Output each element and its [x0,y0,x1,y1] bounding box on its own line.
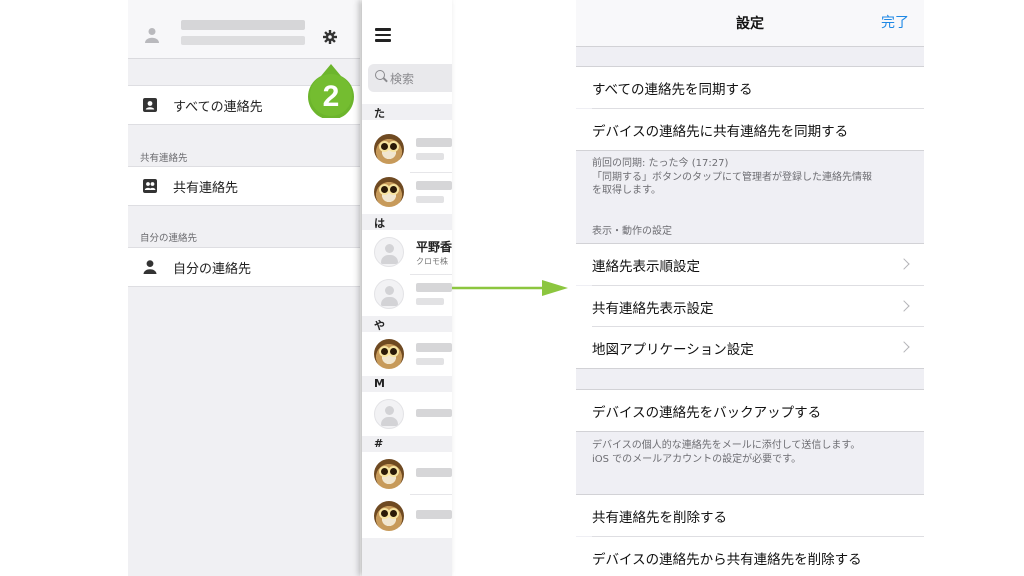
drawer-item-my-contacts[interactable]: 自分の連絡先 [128,247,360,287]
contact-company: クロモ株 [416,257,448,266]
blurred-account-name [181,20,305,30]
drawer-header [128,0,360,59]
delete-shared-from-device-button[interactable]: デバイスの連絡先から共有連絡先を削除する [576,537,924,576]
last-sync-note: 前回の同期: たった今 (17:27) 「同期する」ボタンのタップにて管理者が登… [592,157,912,198]
index-letter: た [374,107,385,120]
blurred-contact-name [416,283,452,292]
note-line: iOS でのメールアカウントの設定が必要です。 [592,453,802,465]
address-book-icon [143,98,157,112]
blurred-contact-name [416,409,452,417]
list-footer [362,538,452,576]
index-letter: は [374,217,385,230]
cell-label: 共有連絡先表示設定 [592,301,714,317]
chevron-right-icon [898,341,910,353]
backup-note: デバイスの個人的な連絡先をメールに添付して送信します。 iOS でのメールアカウ… [592,439,912,466]
drawer-item-label: 自分の連絡先 [173,262,252,277]
blurred-account-email [181,36,305,45]
avatar [374,459,404,489]
done-button[interactable]: 完了 [881,12,909,32]
index-header: # [362,436,452,452]
cell-label: 連絡先表示順設定 [592,259,700,275]
index-letter: M [374,377,385,390]
cell-label: デバイスの連絡先をバックアップする [592,405,822,421]
sync-all-button[interactable]: すべての連絡先を同期する [576,67,924,108]
transition-arrow-icon [452,280,568,296]
backup-button[interactable]: デバイスの連絡先をバックアップする [576,390,924,431]
drawer-item-label: すべての連絡先 [173,100,263,115]
blurred-contact-detail [416,358,444,365]
navigation-bar: 設定 完了 [576,0,924,47]
blurred-contact-name [416,468,452,477]
settings-screen: 設定 完了 すべての連絡先を同期する デバイスの連絡先に共有連絡先を同期する 前… [576,0,924,576]
avatar [374,339,404,369]
index-header: や [362,316,452,332]
blurred-contact-name [416,181,452,190]
drawer-item-shared-contacts[interactable]: 共有連絡先 [128,166,360,206]
step-number: 2 [323,80,340,113]
person-icon [143,260,157,274]
group-icon [143,179,157,193]
index-header: た [362,104,452,120]
map-app-setting-row[interactable]: 地図アプリケーション設定 [576,327,924,368]
avatar [374,134,404,164]
chevron-right-icon [898,258,910,270]
note-line: デバイスの個人的な連絡先をメールに添付して送信します。 [592,440,861,451]
gear-icon[interactable] [323,30,337,44]
blurred-contact-detail [416,153,444,160]
cell-label: デバイスの連絡先から共有連絡先を削除する [592,552,862,568]
blurred-contact-detail [416,196,444,203]
cell-label: デバイスの連絡先に共有連絡先を同期する [592,124,849,140]
index-letter: や [374,319,385,332]
blurred-contact-name [416,343,452,352]
hamburger-menu-icon[interactable] [375,28,391,42]
delete-shared-button[interactable]: 共有連絡先を削除する [576,495,924,536]
index-header: は [362,214,452,230]
section-header-shared: 共有連絡先 [140,153,188,164]
note-line: 「同期する」ボタンのタップにて管理者が登録した連絡先情報 [592,171,872,183]
note-line: 前回の同期: たった今 (17:27) [592,158,729,169]
blurred-contact-name [416,510,452,519]
search-icon [375,70,385,80]
avatar-placeholder [374,399,404,429]
step-number-badge: 2 [308,64,354,118]
shared-display-setting-row[interactable]: 共有連絡先表示設定 [576,286,924,327]
cell-label: 共有連絡先を削除する [592,510,727,526]
contact-name[interactable]: 平野香 [416,238,452,255]
avatar-placeholder [374,279,404,309]
order-setting-row[interactable]: 連絡先表示順設定 [576,244,924,285]
contact-list-panel: 検索 た は 平野香 クロモ株 や M # [362,0,452,576]
section-header-mine: 自分の連絡先 [140,233,198,244]
cell-label: すべての連絡先を同期する [592,82,753,98]
drawer-item-label: 共有連絡先 [173,181,239,196]
chevron-right-icon [898,300,910,312]
index-header: M [362,376,452,392]
page-title: 設定 [736,16,764,32]
avatar-placeholder [374,237,404,267]
index-letter: # [374,437,384,450]
search-placeholder: 検索 [390,72,415,86]
sync-shared-to-device-button[interactable]: デバイスの連絡先に共有連絡先を同期する [576,109,924,150]
avatar [374,177,404,207]
search-input[interactable]: 検索 [368,64,452,92]
user-icon [145,28,159,43]
blurred-contact-name [416,138,452,147]
cell-label: 地図アプリケーション設定 [592,342,754,358]
section-header-display: 表示・動作の設定 [592,226,672,237]
blurred-contact-detail [416,298,444,305]
avatar [374,501,404,531]
note-line: を取得します。 [592,185,661,196]
